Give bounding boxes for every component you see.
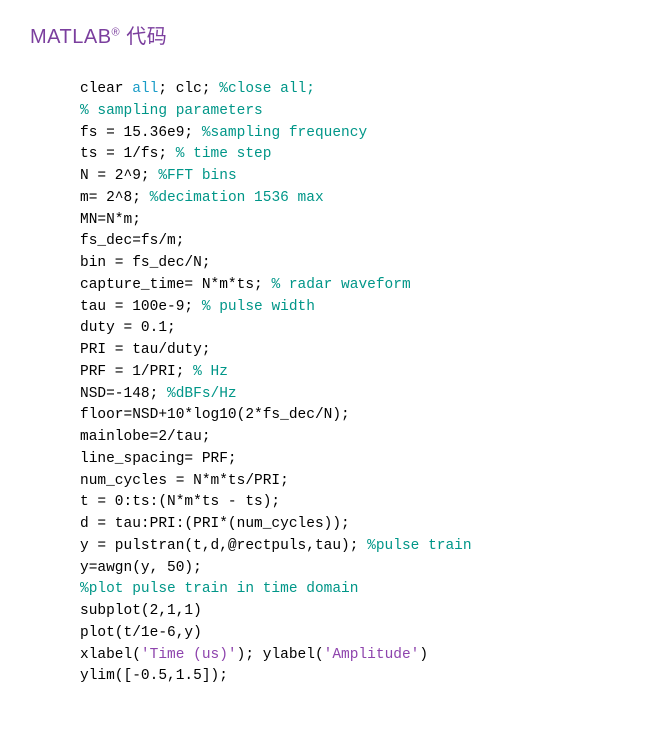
code-line: t = 0:ts:(N*m*ts - ts);	[80, 492, 618, 514]
code-line: m= 2^8; %decimation 1536 max	[80, 188, 618, 210]
code-line: fs_dec=fs/m;	[80, 231, 618, 253]
title-prefix: MATLAB	[30, 26, 112, 48]
code-line: NSD=-148; %dBFs/Hz	[80, 384, 618, 406]
code-line: mainlobe=2/tau;	[80, 427, 618, 449]
code-line: ts = 1/fs; % time step	[80, 144, 618, 166]
code-line: % sampling parameters	[80, 101, 618, 123]
code-line: bin = fs_dec/N;	[80, 253, 618, 275]
code-line: plot(t/1e-6,y)	[80, 623, 618, 645]
code-line: ylim([-0.5,1.5]);	[80, 666, 618, 688]
code-line: subplot(2,1,1)	[80, 601, 618, 623]
code-line: capture_time= N*m*ts; % radar waveform	[80, 275, 618, 297]
code-line: d = tau:PRI:(PRI*(num_cycles));	[80, 514, 618, 536]
code-line: y = pulstran(t,d,@rectpuls,tau); %pulse …	[80, 536, 618, 558]
code-line: duty = 0.1;	[80, 318, 618, 340]
code-line: clear all; clc; %close all;	[80, 79, 618, 101]
code-line: MN=N*m;	[80, 210, 618, 232]
title-reg: ®	[112, 26, 121, 38]
code-line: num_cycles = N*m*ts/PRI;	[80, 471, 618, 493]
title-suffix: 代码	[120, 26, 167, 48]
code-line: line_spacing= PRF;	[80, 449, 618, 471]
code-line: y=awgn(y, 50);	[80, 558, 618, 580]
page-title: MATLAB® 代码	[30, 20, 618, 49]
code-line: tau = 100e-9; % pulse width	[80, 297, 618, 319]
code-block: clear all; clc; %close all;% sampling pa…	[80, 79, 618, 688]
code-line: N = 2^9; %FFT bins	[80, 166, 618, 188]
code-line: fs = 15.36e9; %sampling frequency	[80, 123, 618, 145]
code-line: PRF = 1/PRI; % Hz	[80, 362, 618, 384]
code-line: PRI = tau/duty;	[80, 340, 618, 362]
code-line: floor=NSD+10*log10(2*fs_dec/N);	[80, 405, 618, 427]
code-line: %plot pulse train in time domain	[80, 579, 618, 601]
code-line: xlabel('Time (us)'); ylabel('Amplitude')	[80, 645, 618, 667]
